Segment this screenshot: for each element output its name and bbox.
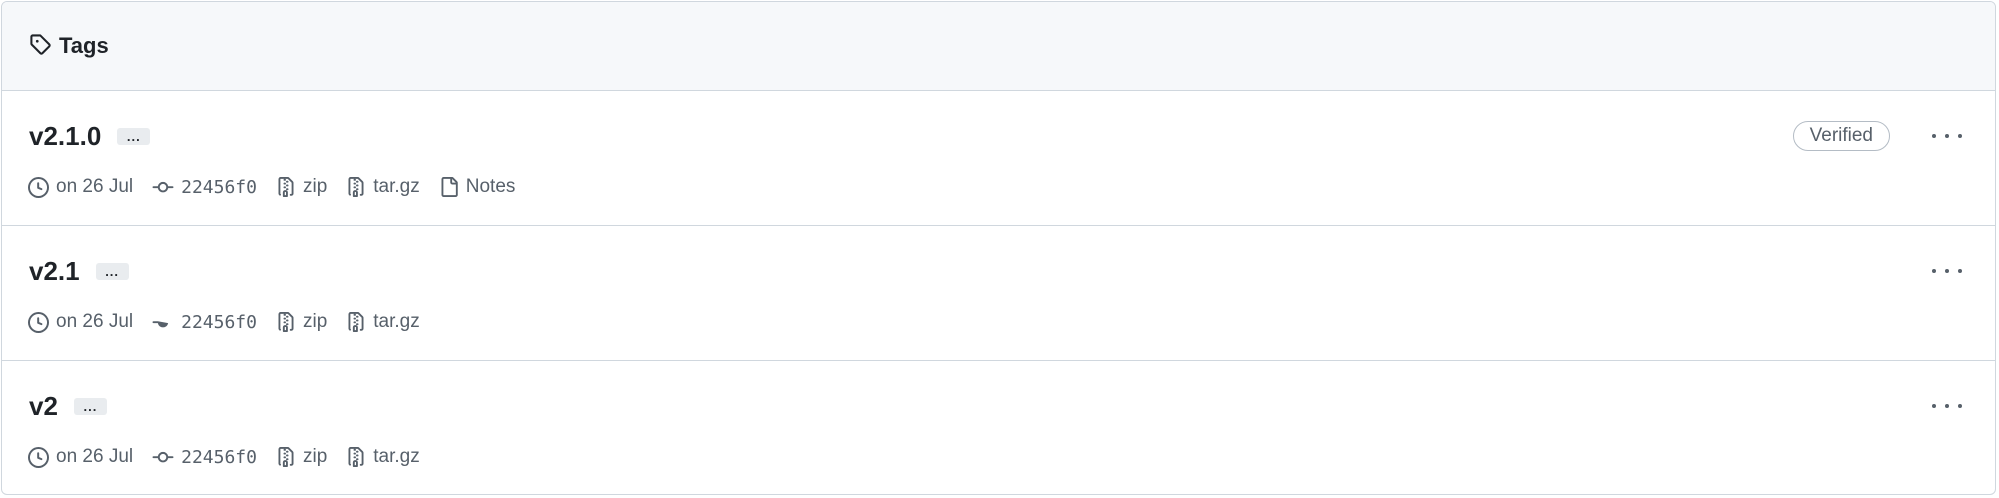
expand-message-button[interactable]: ... <box>95 262 129 280</box>
commit-icon <box>152 181 174 192</box>
kebab-horizontal-icon <box>1932 134 1936 138</box>
kebab-horizontal-icon <box>1932 269 1936 273</box>
expand-message-button[interactable]: ... <box>117 127 151 145</box>
tags-header: Tags <box>2 2 1995 91</box>
tags-box: Tags v2.1.0 ... on 26 Jul 22456f0 zip ta… <box>1 1 1996 495</box>
file-zip-icon <box>348 312 364 332</box>
tag-date: on 26 Jul <box>28 311 133 333</box>
tag-date: on 26 Jul <box>28 176 133 198</box>
clock-icon <box>28 446 49 468</box>
commit-icon <box>152 320 169 327</box>
more-options-button[interactable] <box>1932 127 1962 145</box>
tag-name-link[interactable]: v2.1 <box>29 256 80 287</box>
expand-message-button[interactable]: ... <box>73 397 107 415</box>
file-zip-icon <box>348 177 364 197</box>
zip-download-link[interactable]: zip <box>276 176 327 198</box>
tag-name-link[interactable]: v2 <box>29 391 58 422</box>
page-title: Tags <box>59 33 109 58</box>
tag-name-link[interactable]: v2.1.0 <box>29 121 101 152</box>
commit-link[interactable]: 22456f0 <box>152 447 257 468</box>
targz-download-link[interactable]: tar.gz <box>346 311 420 333</box>
kebab-horizontal-icon <box>1932 404 1936 408</box>
file-zip-icon <box>278 177 294 197</box>
tag-icon <box>29 33 51 60</box>
more-options-button[interactable] <box>1932 397 1962 415</box>
file-icon <box>441 177 458 197</box>
verified-badge[interactable]: Verified <box>1792 121 1890 151</box>
commit-link[interactable]: 22456f0 <box>152 312 257 333</box>
clock-icon <box>28 176 49 198</box>
tag-date: on 26 Jul <box>28 446 133 468</box>
commit-link[interactable]: 22456f0 <box>152 177 257 198</box>
zip-download-link[interactable]: zip <box>276 311 327 333</box>
commit-icon <box>152 451 174 462</box>
clock-icon <box>28 311 49 333</box>
zip-download-link[interactable]: zip <box>276 446 327 468</box>
more-options-button[interactable] <box>1932 262 1962 280</box>
targz-download-link[interactable]: tar.gz <box>346 446 420 468</box>
file-zip-icon <box>278 312 294 332</box>
tag-row: v2.1.0 ... on 26 Jul 22456f0 zip tar.gz <box>2 91 1995 226</box>
tag-row: v2 ... on 26 Jul 22456f0 zip tar.gz <box>2 361 1995 494</box>
file-zip-icon <box>278 447 294 467</box>
release-notes-link[interactable]: Notes <box>439 176 515 198</box>
file-zip-icon <box>348 447 364 467</box>
targz-download-link[interactable]: tar.gz <box>346 176 420 198</box>
tag-row: v2.1 ... on 26 Jul 22456f0 zip tar.gz <box>2 226 1995 361</box>
